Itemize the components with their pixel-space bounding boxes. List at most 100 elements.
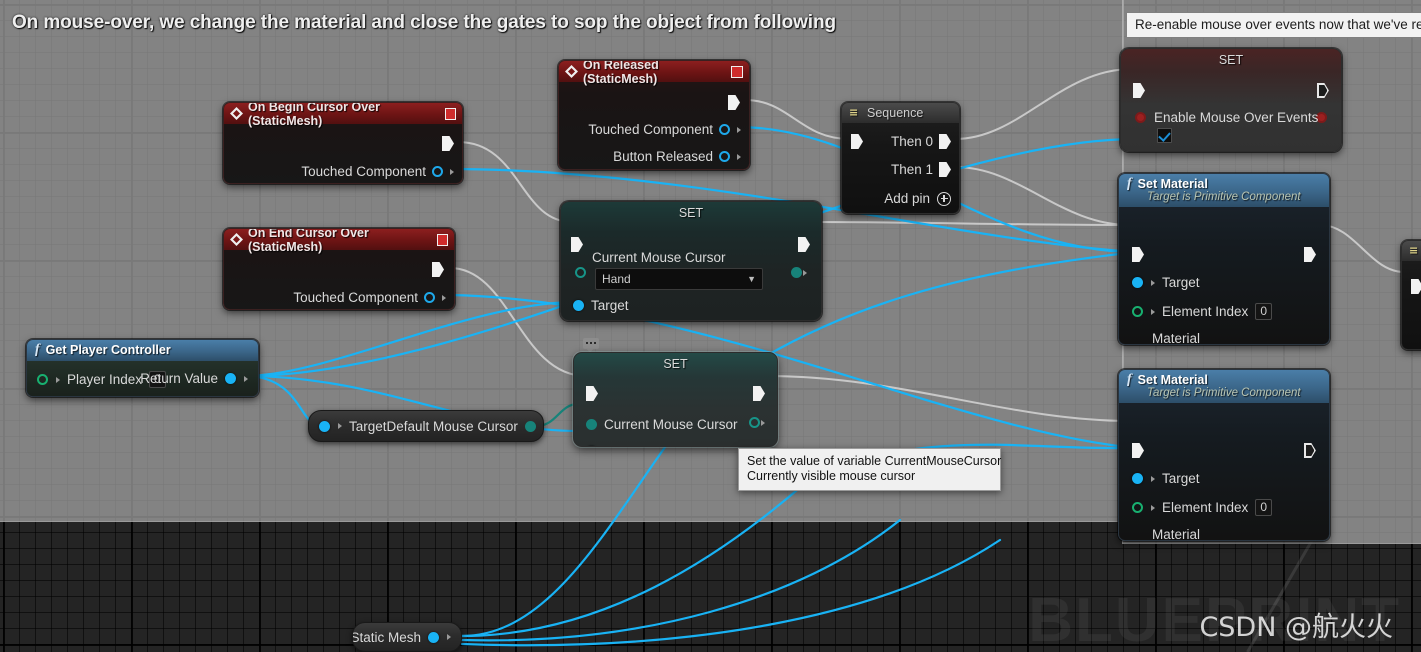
pin-label: Touched Component [293,290,418,305]
node-sequence[interactable]: ≡ Sequence Then 0 Then 1 Add pin [841,102,960,214]
exec-pin-icon [1132,443,1144,458]
object-pin-icon [719,151,730,162]
pin-exec-in[interactable] [1132,247,1144,262]
pin-exec-in[interactable] [851,134,863,149]
pin-arrow-icon [737,126,741,133]
object-pin-icon [586,446,597,447]
pin-label: Static Mesh [352,629,421,645]
function-icon: f [1127,372,1132,387]
pin-exec-in[interactable] [571,237,583,252]
blueprint-graph-canvas[interactable]: BLUEPRINT CSDN @航火火 On mouse-over, we ch… [0,0,1421,652]
node-on-end-cursor-over[interactable]: On End Cursor Over (StaticMesh) Touched … [223,228,455,310]
pin-label-material: Material [1152,527,1201,541]
pin-target-in[interactable]: Target [586,444,642,447]
exec-pin-icon [442,136,454,151]
pin-exec-out[interactable] [1317,83,1329,98]
pin-exec-in[interactable] [1133,83,1145,98]
event-diamond-icon [230,233,243,246]
pin-label: Button Released [613,149,713,164]
exec-pin-icon [851,134,863,149]
csdn-watermark: CSDN @航火火 [1199,612,1393,643]
element-index-value[interactable]: 0 [1255,499,1272,516]
int-pin-icon [1132,502,1143,513]
pin-touched-component-out[interactable]: Touched Component [293,290,446,305]
node-title: Set Material [1137,177,1208,191]
node-set-material-02[interactable]: f Set Material Target is Primitive Compo… [1118,369,1330,541]
pin-then-1[interactable]: Then 1 [891,162,951,177]
pin-label: Target [349,418,387,434]
node-on-begin-cursor-over[interactable]: On Begin Cursor Over (StaticMesh) Touche… [223,102,463,184]
pin-arrow-icon [447,634,451,640]
pin-label: Add pin [884,191,930,206]
pin-touched-component-out[interactable]: Touched Component [588,122,741,137]
node-get-player-controller[interactable]: f Get Player Controller Player Index 0 R… [26,339,259,397]
pin-default-mouse-cursor-out[interactable]: Default Mouse Cursor [387,419,543,434]
node-title-row: f Get Player Controller [35,342,250,358]
node-set-enable-mouse-over-events[interactable]: SET Enable Mouse Over Events Target [1120,48,1342,152]
stop-icon[interactable] [444,107,456,120]
pin-enable-mouse-over-in[interactable] [1135,112,1146,123]
exec-pin-icon [571,237,583,252]
pin-exec-out[interactable] [1304,247,1316,262]
pin-exec-out[interactable] [432,262,444,277]
cursor-type-dropdown[interactable]: Hand ▼ [595,268,763,290]
object-pin-icon [319,420,330,432]
sequence-icon: ≡ [1409,244,1419,257]
pin-current-mouse-cursor-out[interactable] [791,267,807,278]
comment-title-main: On mouse-over, we change the material an… [12,12,836,33]
pin-current-mouse-cursor-in[interactable]: Current Mouse Cursor [586,417,738,432]
node-title-row: f Set Material [1127,176,1321,192]
add-pin-button[interactable]: Add pin [884,191,951,206]
pin-target-in[interactable]: Target [573,298,629,313]
pin-static-mesh-out[interactable]: Static Mesh [352,629,451,645]
pin-target-in[interactable]: Target [1132,471,1200,486]
pin-exec-out[interactable] [1304,443,1316,458]
pin-arrow-icon [1151,279,1155,286]
object-pin-icon [225,373,236,384]
pin-label: Element Index [1162,304,1249,319]
node-title: On Begin Cursor Over (StaticMesh) [248,102,380,128]
pin-exec-out[interactable] [753,386,765,401]
pin-exec-in[interactable] [586,386,598,401]
pin-current-mouse-cursor-in[interactable] [575,267,586,278]
node-title: Sequence [867,106,924,120]
pin-then-0[interactable]: Then 0 [891,134,951,149]
element-index-value[interactable]: 0 [1255,303,1272,320]
pin-exec-out[interactable] [798,237,810,252]
enable-mouse-over-events-checkbox[interactable] [1157,128,1172,143]
pin-arrow-icon [1151,475,1155,482]
pin-target-in[interactable]: Target [319,419,387,434]
node-get-default-mouse-cursor[interactable]: Target Default Mouse Cursor [308,410,544,442]
pin-label: Then 0 [890,134,933,149]
pin-element-index-in[interactable]: Element Index 0 [1132,303,1272,320]
stop-icon[interactable] [731,65,743,78]
exec-pin-icon [1411,279,1421,294]
pin-return-value-out[interactable]: Return Value [140,371,248,386]
pin-exec-in[interactable] [1411,279,1421,294]
object-pin-icon [719,124,730,135]
node-title: Set Material [1137,373,1208,387]
pin-current-mouse-cursor-out[interactable] [749,417,765,428]
stop-icon[interactable] [436,233,448,246]
pin-exec-out[interactable] [728,95,740,110]
node-on-released[interactable]: On Released (StaticMesh) Touched Compone… [558,60,750,170]
node-set-material-01[interactable]: f Set Material Target is Primitive Compo… [1118,173,1330,345]
pin-exec-out[interactable] [442,136,454,151]
comment-bubble-icon[interactable] [583,338,599,353]
node-static-mesh[interactable]: Static Mesh [352,622,462,652]
pin-touched-component-out[interactable]: Touched Component [301,164,454,179]
node-set-current-mouse-cursor-hand[interactable]: SET Current Mouse Cursor Hand ▼ Target [560,201,822,321]
object-pin-icon [432,166,443,177]
node-header: ≡ Sequence [842,103,959,123]
pin-exec-in[interactable] [1132,443,1144,458]
node-header: f Get Player Controller [27,340,258,361]
pin-target-in[interactable]: Target [1132,275,1200,290]
pin-label-material: Material [1152,331,1201,345]
pin-arrow-icon [761,419,765,426]
node-edge-sequence-partial[interactable]: ≡ [1401,240,1421,350]
node-set-current-mouse-cursor-default[interactable]: SET Current Mouse Cursor Target [573,352,778,447]
pin-element-index-in[interactable]: Element Index 0 [1132,499,1272,516]
enum-pin-icon [586,419,597,430]
node-title: On End Cursor Over (StaticMesh) [248,228,369,254]
pin-button-released-out[interactable]: Button Released [613,149,741,164]
